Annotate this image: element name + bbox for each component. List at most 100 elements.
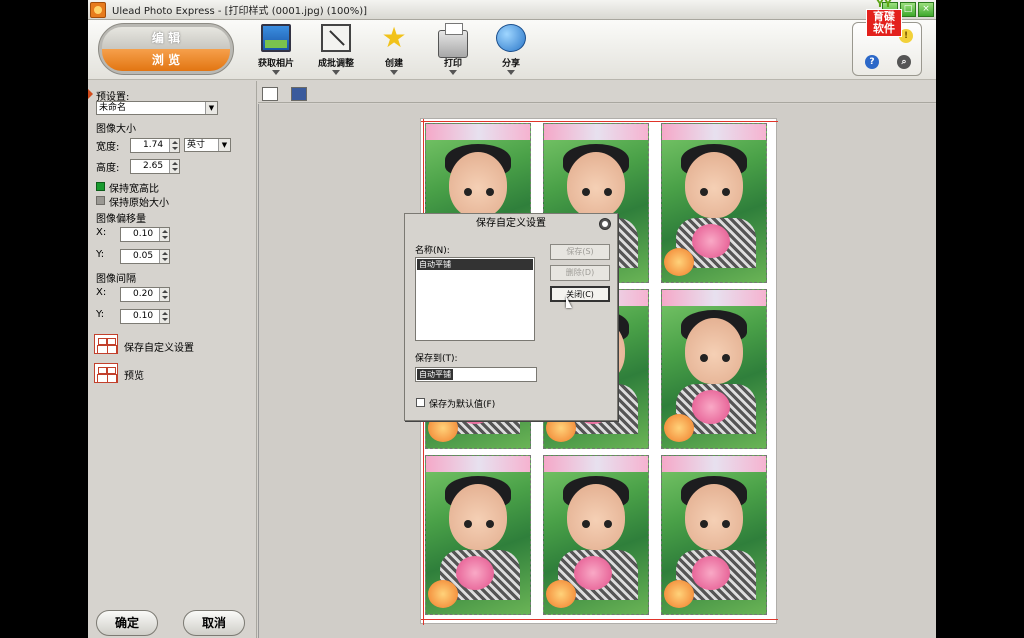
photo-thumbnail xyxy=(661,123,767,283)
stepper-arrows-icon[interactable] xyxy=(169,139,179,152)
main-toolbar: 编 辑 浏 览 获取相片 成批调整 ★ 创建 打印 分享 ! ? ⌕ xyxy=(88,20,936,80)
default-label: 保存为默认值(F) xyxy=(429,400,496,410)
dialog-title: 保存自定义设置 xyxy=(476,218,546,229)
photo-part xyxy=(426,124,530,140)
offset-y-value: 0.05 xyxy=(133,251,154,261)
save-button[interactable]: 保存(S) xyxy=(550,244,610,260)
stepper-arrows-icon[interactable] xyxy=(159,228,169,241)
unit-select[interactable]: 英寸 ▼ xyxy=(184,138,231,152)
preset-select[interactable]: 未命名 ▼ xyxy=(96,101,218,115)
spacing-x-label: X: xyxy=(96,287,107,298)
stepper-arrows-icon[interactable] xyxy=(159,288,169,301)
offset-y-stepper[interactable]: 0.05 xyxy=(120,249,170,264)
help-icon[interactable]: ? xyxy=(865,55,879,69)
photo-part xyxy=(692,390,730,424)
ok-button[interactable]: 确定 xyxy=(96,610,158,636)
chevron-down-icon[interactable] xyxy=(390,70,398,75)
maximize-button[interactable]: □ xyxy=(900,2,916,17)
list-item[interactable]: 自动平铺 xyxy=(417,259,533,270)
spacing-y-stepper[interactable]: 0.10 xyxy=(120,309,170,324)
star-icon: ★ xyxy=(381,21,407,54)
photo-part xyxy=(722,520,730,528)
preset-value: 未命名 xyxy=(99,103,127,113)
chevron-down-icon[interactable] xyxy=(272,70,280,75)
preview-link[interactable]: 预览 xyxy=(124,367,144,382)
spacing-x-stepper[interactable]: 0.20 xyxy=(120,287,170,302)
unit-value: 英寸 xyxy=(187,140,206,150)
chevron-down-icon[interactable]: ▼ xyxy=(205,102,217,114)
chevron-down-icon[interactable] xyxy=(332,70,340,75)
photo-part xyxy=(456,556,494,590)
photo-part xyxy=(664,248,694,276)
window-title: Ulead Photo Express - [打印样式 (0001.jpg) (… xyxy=(112,6,368,17)
spacing-x-value: 0.20 xyxy=(133,289,154,299)
chevron-down-icon[interactable] xyxy=(449,70,457,75)
save-custom-link[interactable]: 保存自定义设置 xyxy=(124,339,194,354)
edit-mode-button[interactable]: 编 辑 xyxy=(102,27,230,49)
width-stepper[interactable]: 1.74 xyxy=(130,138,180,153)
share-tool[interactable]: 分享 xyxy=(483,24,539,75)
print-tool[interactable]: 打印 xyxy=(425,23,481,75)
pointer-arrow-icon xyxy=(88,89,93,99)
batch-adjust-tool[interactable]: 成批调整 xyxy=(308,24,364,75)
brand-logo: YY 育碟软件 xyxy=(866,0,902,37)
margin-line xyxy=(421,121,778,122)
photo-part xyxy=(700,354,708,362)
title-bar: Ulead Photo Express - [打印样式 (0001.jpg) (… xyxy=(88,0,936,20)
search-icon[interactable]: ⌕ xyxy=(897,55,911,69)
height-label: 高度: xyxy=(96,163,120,174)
keep-ratio-checkbox[interactable] xyxy=(96,182,105,191)
height-stepper[interactable]: 2.65 xyxy=(130,159,180,174)
app-icon xyxy=(90,1,106,18)
rotate-icon[interactable] xyxy=(262,87,278,101)
save-to-label: 保存到(T): xyxy=(415,354,458,364)
photo-part xyxy=(544,124,648,140)
photo-thumbnail xyxy=(661,455,767,615)
stepper-arrows-icon[interactable] xyxy=(159,310,169,323)
preset-list[interactable]: 自动平铺 xyxy=(415,257,535,341)
height-value: 2.65 xyxy=(143,161,164,171)
browse-mode-button[interactable]: 浏 览 xyxy=(102,49,230,71)
photo-part xyxy=(685,318,743,384)
margin-line xyxy=(421,619,778,620)
create-tool[interactable]: ★ 创建 xyxy=(366,24,422,75)
get-photo-label: 获取相片 xyxy=(257,59,294,69)
delete-button[interactable]: 删除(D) xyxy=(550,265,610,281)
photo-part xyxy=(662,124,766,140)
photo-part xyxy=(722,188,730,196)
close-icon[interactable] xyxy=(599,218,611,230)
keep-original-label: 保持原始大小 xyxy=(109,198,169,209)
stepper-arrows-icon[interactable] xyxy=(159,250,169,263)
photo-part xyxy=(582,188,590,196)
close-dialog-button[interactable]: 关闭(C) xyxy=(550,286,610,302)
spacing-heading: 图像间隔 xyxy=(96,274,136,285)
offset-x-label: X: xyxy=(96,227,107,238)
photo-part xyxy=(486,188,494,196)
photo-part xyxy=(604,520,612,528)
keep-original-checkbox[interactable] xyxy=(96,196,105,205)
save-custom-icon[interactable] xyxy=(94,334,118,354)
photo-part xyxy=(692,556,730,590)
mouse-cursor-icon xyxy=(566,296,578,308)
photo-icon xyxy=(261,24,291,52)
photo-thumbnail xyxy=(543,455,649,615)
print-settings-panel: 预设置: 未命名 ▼ 图像大小 宽度: 1.74 英寸 ▼ 高度: 2.65 保… xyxy=(88,81,257,638)
cancel-button[interactable]: 取消 xyxy=(183,610,245,636)
get-photo-tool[interactable]: 获取相片 xyxy=(248,24,304,75)
photo-part xyxy=(546,580,576,608)
default-checkbox[interactable] xyxy=(416,398,425,407)
save-custom-dialog: 保存自定义设置 名称(N): 自动平铺 保存(S) 删除(D) 关闭(C) 保存… xyxy=(404,213,618,421)
spacing-y-value: 0.10 xyxy=(133,311,154,321)
create-label: 创建 xyxy=(384,59,403,69)
photo-part xyxy=(486,520,494,528)
stepper-arrows-icon[interactable] xyxy=(169,160,179,173)
photo-part xyxy=(700,520,708,528)
layout-icon[interactable] xyxy=(291,87,307,101)
chevron-down-icon[interactable] xyxy=(507,70,515,75)
preview-icon[interactable] xyxy=(94,363,118,383)
brand-yy: YY xyxy=(876,0,892,10)
save-to-field[interactable]: 自动平铺 xyxy=(415,367,537,382)
chevron-down-icon[interactable]: ▼ xyxy=(218,139,230,151)
close-button[interactable]: × xyxy=(918,2,934,17)
offset-x-stepper[interactable]: 0.10 xyxy=(120,227,170,242)
